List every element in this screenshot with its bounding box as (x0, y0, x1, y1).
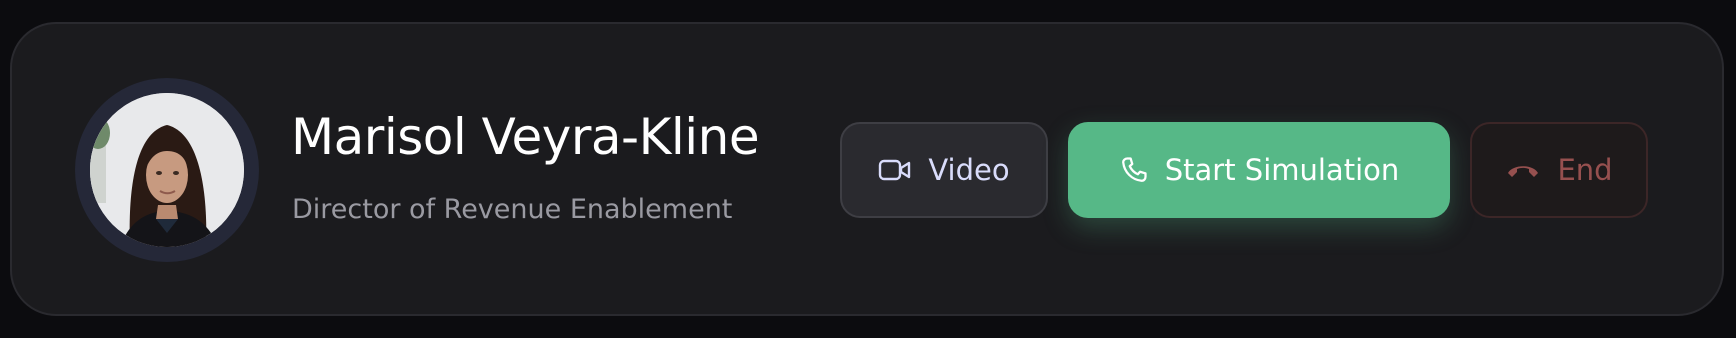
phone-hangup-icon (1505, 160, 1541, 180)
avatar (90, 93, 244, 247)
video-button-label: Video (928, 153, 1010, 187)
avatar-portrait (90, 93, 244, 247)
contact-role: Director of Revenue Enablement (292, 194, 733, 225)
end-call-button[interactable]: End (1470, 122, 1648, 218)
call-card: Marisol Veyra-Kline Director of Revenue … (10, 22, 1724, 316)
video-button[interactable]: Video (840, 122, 1048, 218)
start-simulation-button[interactable]: Start Simulation (1068, 122, 1450, 218)
phone-icon (1119, 155, 1149, 185)
end-call-label: End (1557, 153, 1613, 187)
contact-name: Marisol Veyra-Kline (291, 108, 760, 166)
start-simulation-label: Start Simulation (1164, 153, 1400, 187)
video-camera-icon (878, 157, 912, 183)
avatar-ring (75, 78, 259, 262)
